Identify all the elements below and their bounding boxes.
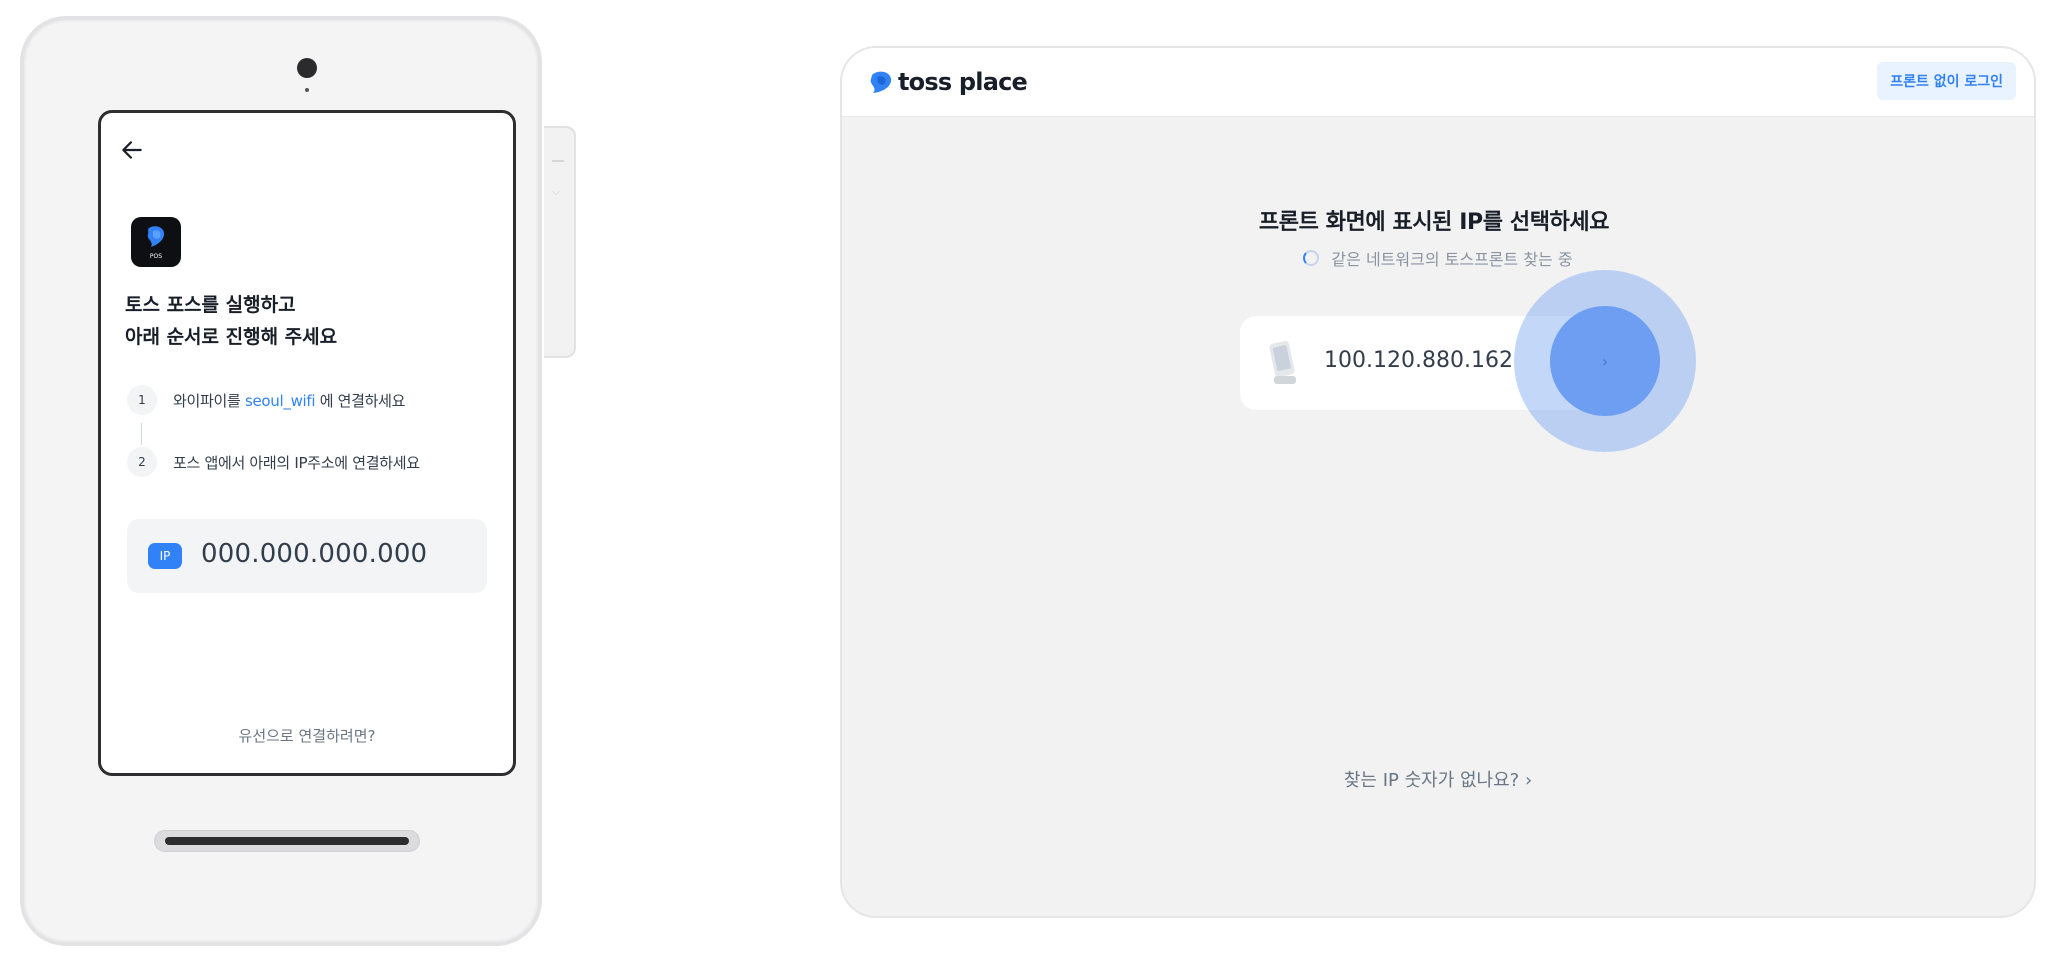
- device-side-panel: ⌵: [544, 126, 576, 358]
- logo-text: toss place: [898, 68, 1028, 96]
- missing-ip-link[interactable]: 찾는 IP 숫자가 없나요? ›: [842, 766, 2034, 792]
- login-without-front-button[interactable]: 프론트 없이 로그인: [1877, 62, 2016, 100]
- step-text: 와이파이를 seoul_wifi 에 연결하세요: [173, 391, 406, 410]
- toss-pos-app-icon: POS: [131, 217, 181, 267]
- step-number: 2: [127, 447, 157, 477]
- page-title: 프론트 화면에 표시된 IP를 선택하세요: [1258, 210, 1610, 235]
- toss-logo-icon: [870, 71, 892, 93]
- device-sensor: [305, 88, 309, 92]
- pos-terminal-icon: [1269, 341, 1296, 384]
- side-chevron-icon: ⌵: [552, 185, 561, 198]
- step-1: 1 와이파이를 seoul_wifi 에 연결하세요: [127, 385, 405, 415]
- step-2: 2 포스 앱에서 아래의 IP주소에 연결하세요: [127, 447, 420, 477]
- select-ip-button[interactable]: ›: [1550, 306, 1660, 416]
- top-bar: toss place 프론트 없이 로그인: [842, 48, 2034, 117]
- instruction-heading: 토스 포스를 실행하고 아래 순서로 진행해 주세요: [125, 289, 337, 353]
- pos-device: POS 토스 포스를 실행하고 아래 순서로 진행해 주세요 1 와이파이를 s…: [20, 16, 542, 946]
- ip-option-value: 100.120.880.162: [1324, 348, 1513, 373]
- step-text: 포스 앱에서 아래의 IP주소에 연결하세요: [173, 453, 420, 472]
- search-status-text: 같은 네트워크의 토스프론트 찾는 중: [1331, 250, 1573, 269]
- back-arrow-icon[interactable]: [119, 137, 145, 163]
- wifi-name: seoul_wifi: [244, 391, 316, 410]
- device-screen: POS 토스 포스를 실행하고 아래 순서로 진행해 주세요 1 와이파이를 s…: [98, 110, 516, 776]
- spinner-icon: [1303, 250, 1320, 266]
- search-status: 같은 네트워크의 토스프론트 찾는 중: [842, 246, 2034, 270]
- chevron-right-icon: ›: [1601, 351, 1609, 371]
- step-connector: [141, 423, 142, 445]
- wired-connection-link[interactable]: 유선으로 연결하려면?: [101, 725, 513, 746]
- device-camera: [297, 58, 317, 78]
- app-icon-label: POS: [149, 253, 163, 260]
- side-mark: [552, 160, 564, 162]
- heading-line-1: 토스 포스를 실행하고: [125, 294, 296, 316]
- ip-address-box: IP 000.000.000.000: [127, 519, 487, 593]
- toss-place-logo: toss place: [868, 68, 1028, 96]
- ip-address-value: 000.000.000.000: [201, 539, 428, 569]
- card-reader-slot: [154, 830, 420, 852]
- ip-badge: IP: [148, 543, 182, 569]
- heading-line-2: 아래 순서로 진행해 주세요: [125, 326, 338, 348]
- step-number: 1: [127, 385, 157, 415]
- toss-place-window: toss place 프론트 없이 로그인 프론트 화면에 표시된 IP를 선택…: [840, 46, 2036, 918]
